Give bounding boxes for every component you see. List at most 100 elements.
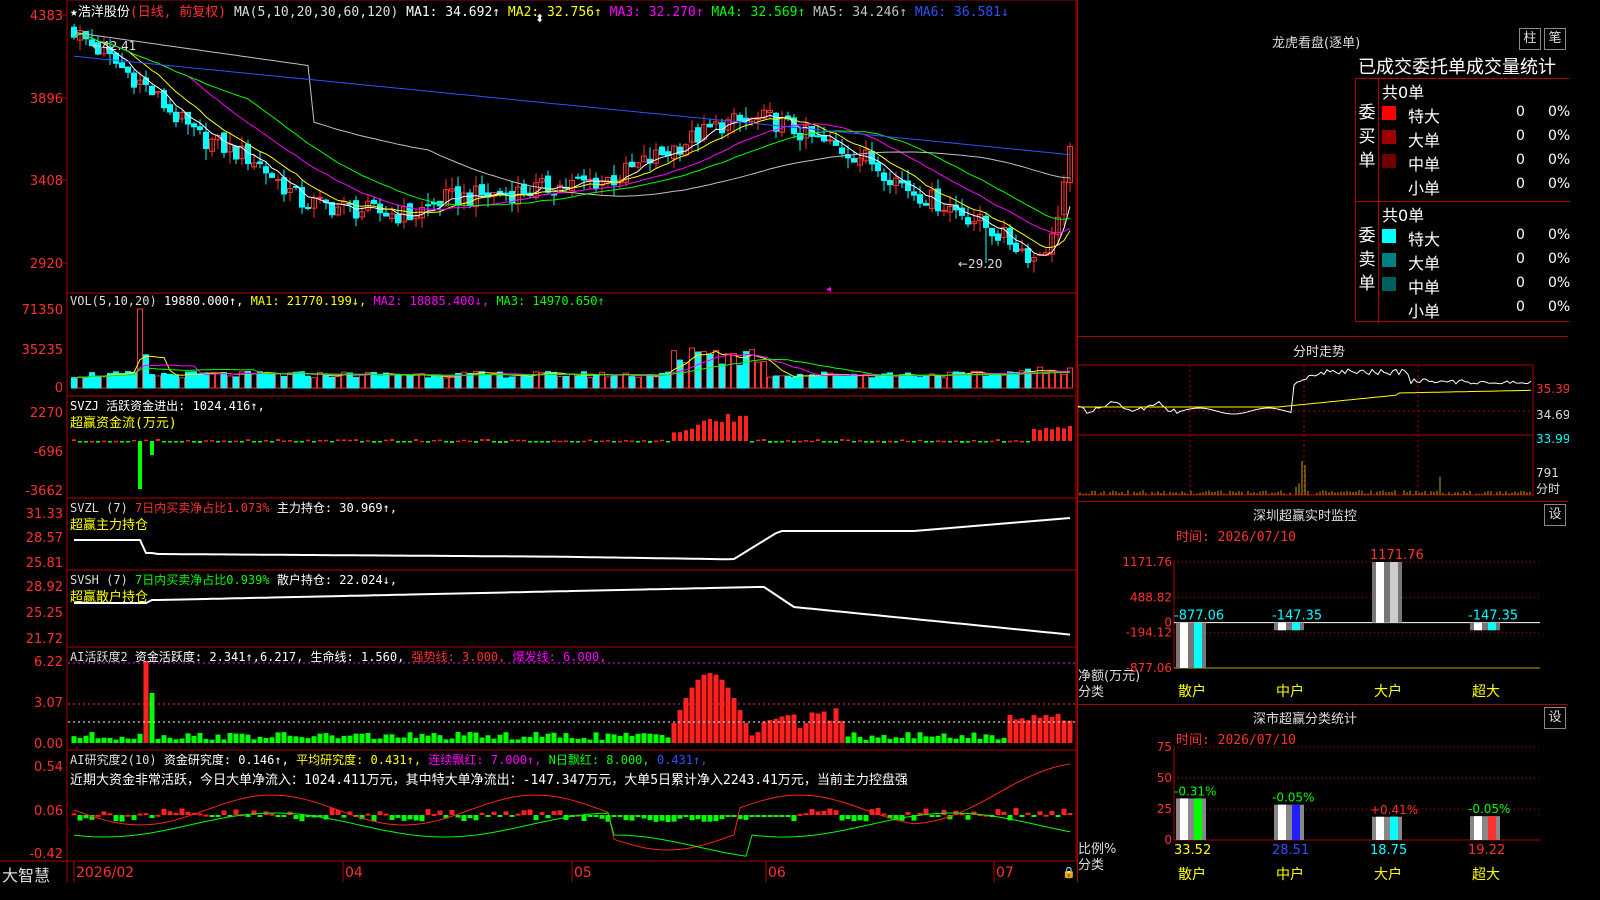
ai-activity-bar xyxy=(875,737,881,743)
volume-bar xyxy=(395,374,401,389)
fund-flow-bar xyxy=(1056,427,1060,441)
fund-flow-bar xyxy=(486,439,490,441)
ai-research-bar xyxy=(845,815,851,820)
ai-research-bar xyxy=(851,815,857,822)
candle-body xyxy=(851,157,857,163)
svg-text:25.81: 25.81 xyxy=(26,556,63,571)
svg-text:-3662: -3662 xyxy=(25,484,63,499)
kline-chart-area[interactable]: ←42.41 ←29.20 ⬍ ◂ 4383 3896 3408 2920 71… xyxy=(0,0,1077,882)
ai-research-bar xyxy=(179,808,185,815)
ai-activity-bar xyxy=(617,735,623,743)
ai-activity-bar xyxy=(689,687,695,743)
volume-bar xyxy=(755,361,761,389)
ai-activity-bar xyxy=(551,732,557,743)
ai-activity-bar xyxy=(1001,737,1007,743)
candle-body xyxy=(677,146,683,155)
ai-research-bar xyxy=(119,815,125,822)
fund-flow-bar xyxy=(834,441,838,443)
volume-bar xyxy=(839,375,845,389)
sell-side-label: 委卖单 xyxy=(1358,226,1376,294)
volume-bar xyxy=(941,377,947,389)
row-pct: 0% xyxy=(1548,299,1571,315)
ai-activity-bar xyxy=(671,723,677,743)
dragon-tiger-title: 龙虎看盘(逐单) xyxy=(1272,36,1361,51)
period-label[interactable]: (日线, 前复权) xyxy=(130,5,226,20)
ai-research-bar xyxy=(935,815,941,817)
ai-activity-bar xyxy=(197,733,203,743)
fund-flow-bar xyxy=(912,441,916,443)
volume-bar xyxy=(863,373,869,389)
ai-activity-bar xyxy=(371,738,377,743)
main-holding-line xyxy=(74,517,1071,561)
lock-icon[interactable]: 🔒 xyxy=(1062,866,1076,879)
ai-research-bar xyxy=(1049,810,1055,815)
ai-research-bar xyxy=(521,810,527,815)
fund-flow-bar xyxy=(552,440,556,442)
candlestick-series xyxy=(71,23,1073,273)
sz-monitor-bar-label: -877.06 xyxy=(1174,609,1224,624)
volume-bar xyxy=(935,375,941,389)
fund-flow-bar xyxy=(906,440,910,443)
fund-flow-bar xyxy=(1050,429,1054,441)
fund-flow-bar xyxy=(84,441,88,443)
volume-bar xyxy=(929,373,935,389)
fund-flow-bar xyxy=(330,441,334,443)
fund-flow-bar xyxy=(78,441,82,443)
fund-flow-bar xyxy=(558,440,562,443)
stock-name[interactable]: ★浩洋股份 xyxy=(70,5,130,20)
svg-text:07: 07 xyxy=(996,865,1014,881)
ai-activity-bar xyxy=(437,735,443,743)
intraday-chart[interactable]: 35.39 34.69 33.99 791 分时 xyxy=(1078,359,1569,501)
ai-activity-bar xyxy=(1025,720,1031,743)
ai-activity-bar xyxy=(485,735,491,743)
sz-class-delta: +0.41% xyxy=(1370,803,1418,817)
ai-activity-bar xyxy=(533,732,539,743)
vol-y-ticks: 71350 35235 0 xyxy=(22,303,63,396)
ai-research-bar xyxy=(1013,808,1019,815)
volume-bar xyxy=(383,372,389,389)
fund-flow-bar xyxy=(888,440,892,443)
fund-flow-bar xyxy=(390,439,394,441)
ai-research-bar xyxy=(431,813,437,816)
ai-activity-bar xyxy=(575,738,581,743)
high-annotation: ←42.41 xyxy=(92,39,136,53)
fund-flow-bar xyxy=(156,439,160,441)
fund-flow-bar xyxy=(828,441,832,443)
fund-flow-bar xyxy=(1038,429,1042,441)
ai-activity-bar xyxy=(605,733,611,743)
candle-body xyxy=(119,62,125,69)
candle-body xyxy=(149,85,155,96)
ai-activity-bar xyxy=(329,735,335,743)
volume-bar xyxy=(161,372,167,389)
fund-flow-bar xyxy=(306,439,310,442)
fund-flow-bar xyxy=(762,439,766,441)
ai-research-bar xyxy=(863,815,869,822)
candle-body xyxy=(203,131,209,150)
ai-activity-bar xyxy=(911,738,917,743)
volume-bar xyxy=(77,376,83,389)
fund-flow-bar xyxy=(300,441,304,443)
fund-flow-bar xyxy=(918,439,922,442)
candle-body xyxy=(827,139,833,142)
candle-body xyxy=(305,207,311,210)
fund-flow-bar xyxy=(276,439,280,441)
fund-flow-bar xyxy=(234,440,238,443)
fund-flow-bar xyxy=(294,441,298,443)
fund-flow-bar xyxy=(474,441,478,443)
intraday-avg-line xyxy=(1078,389,1532,408)
fund-flow-bar xyxy=(690,428,694,441)
fund-flow-bar xyxy=(726,414,730,441)
tick-mode-button[interactable]: 笔 xyxy=(1544,28,1566,50)
sz-class-category: 散户 xyxy=(1178,866,1206,883)
sell-row: 中单 0 0% xyxy=(1382,274,1570,297)
sz-monitor-bar-label: 1171.76 xyxy=(1370,548,1424,563)
bar-mode-button[interactable]: 柱 xyxy=(1519,28,1541,50)
row-pct: 0% xyxy=(1548,104,1571,120)
ai-activity-bar xyxy=(311,736,317,743)
candle-body xyxy=(887,179,893,186)
fund-flow-bar xyxy=(90,440,94,443)
volume-bar xyxy=(293,371,299,389)
volume-bar xyxy=(257,371,263,389)
volume-bar xyxy=(1061,373,1067,389)
stats-tabs[interactable]: 已成交委托单成交量统计 xyxy=(1358,53,1556,79)
